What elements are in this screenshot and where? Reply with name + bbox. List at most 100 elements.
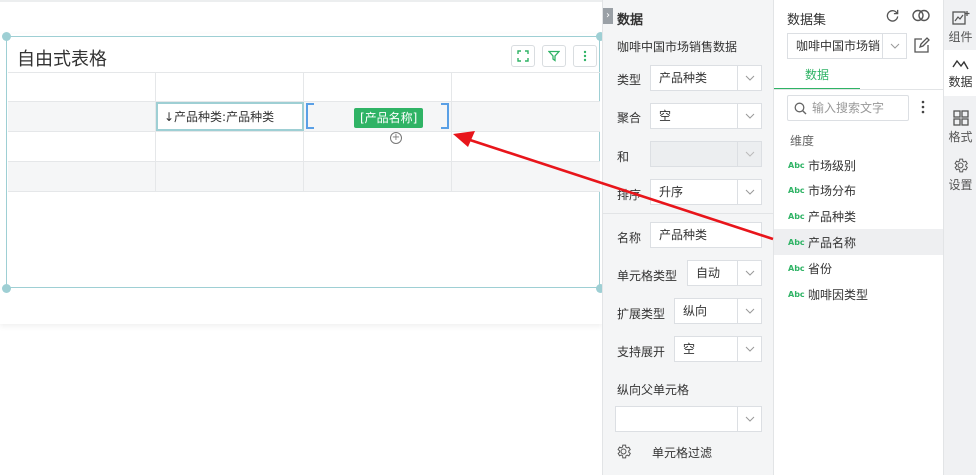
drop-bracket-right xyxy=(441,103,449,129)
table-cell[interactable] xyxy=(8,132,156,161)
table-cell[interactable] xyxy=(304,132,452,161)
dataset-header: 数据集 xyxy=(787,13,827,28)
chevron-down-icon xyxy=(882,34,906,58)
table-cell[interactable] xyxy=(452,132,600,161)
drop-target-cell[interactable]: [产品名称] + xyxy=(304,102,452,144)
properties-panel: › 数据 咖啡中国市场销售数据 类型 产品种类 聚合 空 和 排序 升序 名称 … xyxy=(602,0,774,475)
chevron-down-icon xyxy=(737,142,761,166)
more-vertical-icon xyxy=(583,50,587,62)
chevron-down-icon xyxy=(737,180,761,204)
field-item[interactable]: Abc 产品种类 xyxy=(774,203,944,229)
tab-data[interactable]: 数据 xyxy=(774,64,860,90)
table-cell[interactable] xyxy=(8,73,156,101)
chevron-down-icon xyxy=(737,299,761,323)
fullscreen-button[interactable] xyxy=(511,45,535,67)
more-options-button[interactable] xyxy=(573,45,597,67)
cell-filter-button[interactable]: 单元格过滤 xyxy=(615,442,765,462)
dragged-field-tag[interactable]: [产品名称] xyxy=(354,108,424,128)
cell-type-value: 自动 xyxy=(696,266,721,280)
gear-icon xyxy=(617,444,631,459)
tab-underline xyxy=(774,89,944,90)
table-cell[interactable] xyxy=(452,73,600,101)
type-select[interactable]: 产品种类 xyxy=(650,65,762,91)
widget-title: 自由式表格 xyxy=(17,49,107,70)
field-label: 产品种类 xyxy=(808,209,857,224)
sidebar-item-label: 组件 xyxy=(948,29,973,44)
sidebar-item-format[interactable]: 格式 xyxy=(944,104,976,150)
component-icon xyxy=(951,10,969,25)
sidebar-item-components[interactable]: 组件 xyxy=(944,4,976,50)
field-label: 咖啡因类型 xyxy=(808,287,869,302)
sidebar-item-label: 数据 xyxy=(948,74,973,89)
sum-label: 和 xyxy=(617,150,630,164)
field-label: 产品名称 xyxy=(808,235,857,250)
table-cell[interactable] xyxy=(304,162,452,191)
text-type-icon: Abc xyxy=(788,160,805,170)
table-row xyxy=(8,162,600,192)
field-item[interactable]: Abc 咖啡因类型 xyxy=(774,281,944,307)
sort-select[interactable]: 升序 xyxy=(650,179,762,205)
text-type-icon: Abc xyxy=(788,211,805,221)
drop-bracket-left xyxy=(306,103,314,129)
resize-handle[interactable] xyxy=(2,284,11,293)
free-table-widget[interactable]: 自由式表格 ↓产品种类:产品种类 [产品名称] + xyxy=(6,36,600,288)
field-label: 市场分布 xyxy=(808,183,857,198)
dataset-panel: 数据集 咖啡中国市场销售数据 数据 维度 Abc 市场级别 Abc 市场分布 A… xyxy=(773,0,944,475)
table-row: ↓产品种类:产品种类 [产品名称] + xyxy=(8,102,600,144)
name-value: 产品种类 xyxy=(659,228,708,242)
table-cell[interactable] xyxy=(156,162,304,191)
aggregate-label: 聚合 xyxy=(617,111,642,125)
table-cell[interactable] xyxy=(452,102,600,131)
refresh-icon[interactable] xyxy=(885,8,900,23)
aggregate-select[interactable]: 空 xyxy=(650,103,762,129)
search-input[interactable] xyxy=(812,99,906,117)
field-item[interactable]: Abc 省份 xyxy=(774,255,944,281)
sort-label: 排序 xyxy=(617,188,642,202)
field-label: 市场级别 xyxy=(808,158,857,173)
sidebar-item-label: 格式 xyxy=(948,129,973,144)
type-label: 类型 xyxy=(617,73,642,87)
support-expand-value: 空 xyxy=(683,342,696,356)
text-type-icon: Abc xyxy=(788,237,805,247)
filter-button[interactable] xyxy=(542,45,566,67)
chevron-down-icon xyxy=(737,407,761,431)
table-cell[interactable] xyxy=(8,162,156,191)
field-item-hovered[interactable]: Abc 产品名称 xyxy=(774,229,944,255)
sidebar-item-label: 设置 xyxy=(948,178,973,192)
table-cell[interactable] xyxy=(452,162,600,191)
table-cell[interactable] xyxy=(156,73,304,101)
properties-source-name: 咖啡中国市场销售数据 xyxy=(617,40,738,54)
vertical-parent-select[interactable] xyxy=(615,406,762,432)
field-search[interactable] xyxy=(787,95,909,121)
table-cell[interactable] xyxy=(8,102,156,131)
report-canvas: 自由式表格 ↓产品种类:产品种类 [产品名称] + xyxy=(0,0,605,475)
sidebar-item-settings[interactable]: 设置 xyxy=(944,152,976,198)
text-type-icon: Abc xyxy=(788,263,805,273)
aggregate-value: 空 xyxy=(659,109,672,123)
table-cell[interactable] xyxy=(304,73,452,101)
search-icon xyxy=(794,102,807,115)
format-icon xyxy=(952,109,969,126)
table-cell[interactable] xyxy=(156,132,304,161)
dataset-select[interactable]: 咖啡中国市场销售数据 xyxy=(787,33,907,59)
field-item[interactable]: Abc 市场分布 xyxy=(774,177,944,203)
sort-value: 升序 xyxy=(659,185,684,199)
chevron-down-icon xyxy=(737,261,761,285)
name-input[interactable]: 产品种类 xyxy=(650,222,762,248)
field-item[interactable]: Abc 市场级别 xyxy=(774,152,944,178)
chevron-down-icon xyxy=(737,66,761,90)
more-vertical-icon[interactable] xyxy=(919,100,927,114)
cell-type-select[interactable]: 自动 xyxy=(687,260,762,286)
expand-type-select[interactable]: 纵向 xyxy=(674,298,762,324)
table-row xyxy=(8,72,600,102)
resize-handle[interactable] xyxy=(2,32,11,41)
properties-divider xyxy=(603,213,774,214)
fullscreen-icon xyxy=(517,50,529,62)
sidebar-item-data[interactable]: 数据 xyxy=(944,50,976,96)
link-dataset-icon[interactable] xyxy=(911,8,931,23)
collapse-panel-button[interactable]: › xyxy=(603,8,613,24)
support-expand-select[interactable]: 空 xyxy=(674,336,762,362)
edit-dataset-icon[interactable] xyxy=(913,37,930,54)
sum-select xyxy=(650,141,762,167)
selected-dimension-cell[interactable]: ↓产品种类:产品种类 xyxy=(156,102,304,131)
